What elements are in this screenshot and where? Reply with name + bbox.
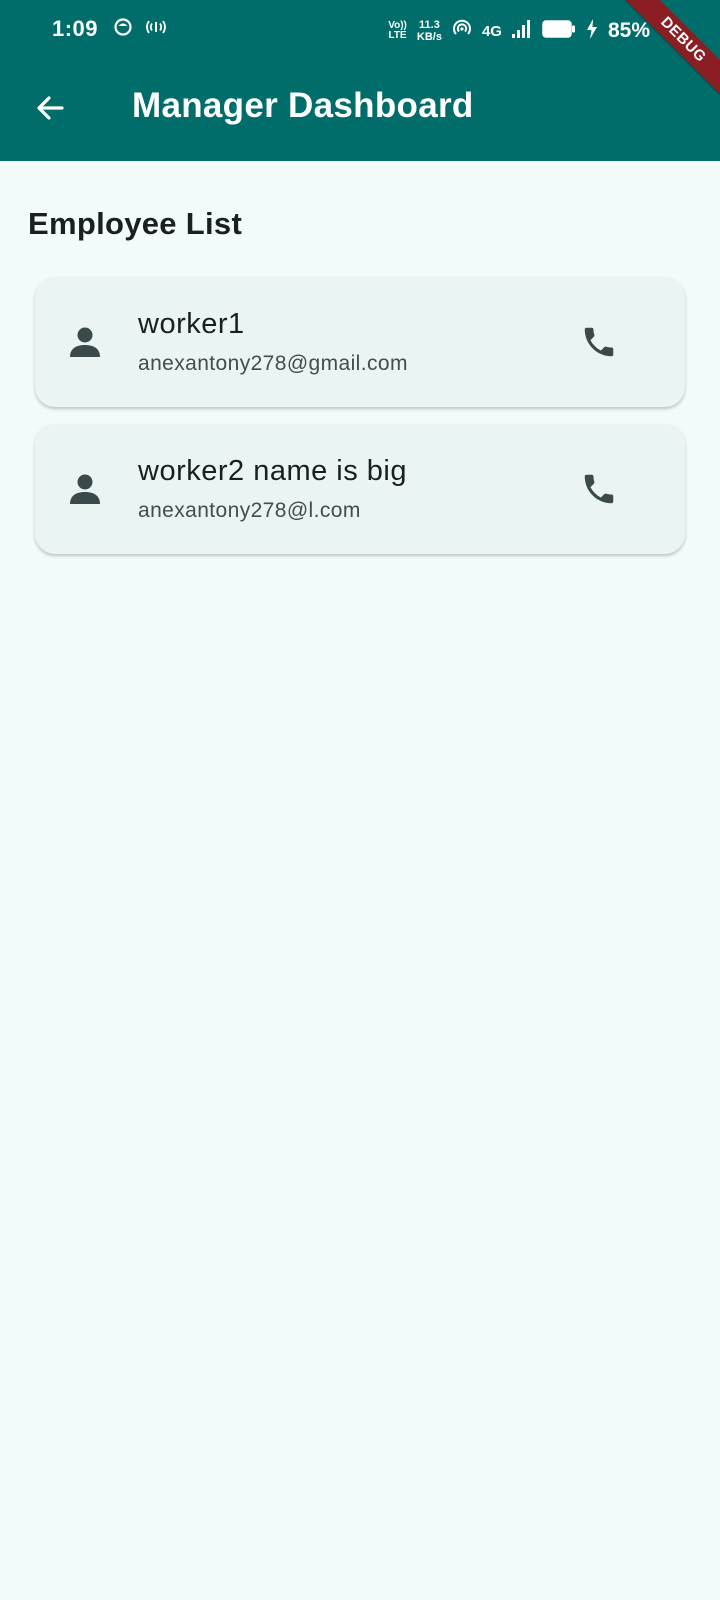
arrow-back-icon xyxy=(37,96,64,120)
hotspot-icon xyxy=(452,19,472,44)
person-icon xyxy=(67,471,103,507)
charging-icon xyxy=(586,18,598,44)
phone-icon xyxy=(584,327,614,357)
signal-icon xyxy=(511,19,532,43)
employee-card[interactable]: worker2 name is big anexantony278@l.com xyxy=(35,424,685,554)
phone-icon xyxy=(584,474,614,504)
employee-email: anexantony278@l.com xyxy=(138,499,361,522)
employee-list: worker1 anexantony278@gmail.com worker2 … xyxy=(35,277,685,571)
section-title: Employee List xyxy=(28,206,243,241)
volte-indicator: Vo)) LTE xyxy=(388,20,407,41)
employee-card[interactable]: worker1 anexantony278@gmail.com xyxy=(35,277,685,407)
app-bar: 1:09 Vo)) LTE 11.3 KB/s 4G 85% DEBUG Man… xyxy=(0,0,720,161)
status-time: 1:09 xyxy=(52,16,99,41)
app-notification-icon xyxy=(114,18,132,41)
back-button[interactable] xyxy=(30,88,70,128)
call-button[interactable] xyxy=(577,320,621,364)
page-title: Manager Dashboard xyxy=(132,86,474,125)
employee-name: worker1 xyxy=(138,308,245,340)
status-bar: 1:09 Vo)) LTE 11.3 KB/s 4G 85% xyxy=(0,0,720,60)
network-speed: 11.3 KB/s xyxy=(416,19,442,43)
call-button[interactable] xyxy=(577,467,621,511)
person-icon xyxy=(67,324,103,360)
broadcast-icon xyxy=(144,18,168,41)
employee-name: worker2 name is big xyxy=(138,455,407,487)
battery-percent: 85% xyxy=(607,19,650,42)
battery-icon xyxy=(542,19,576,43)
employee-email: anexantony278@gmail.com xyxy=(138,352,408,375)
network-type: 4G xyxy=(481,22,502,40)
